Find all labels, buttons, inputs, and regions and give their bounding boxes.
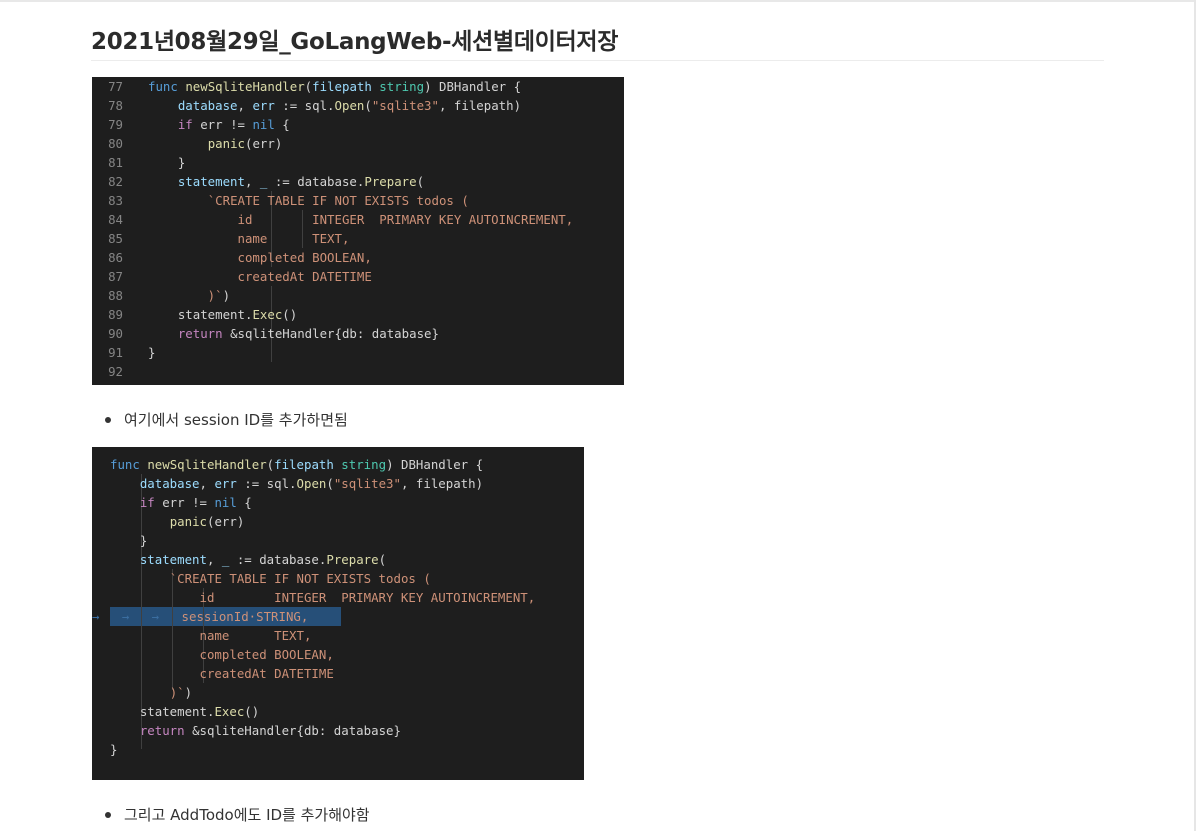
code-line: 86 completed BOOLEAN, [92, 248, 624, 267]
line-number: 85 [108, 231, 123, 246]
page-title: 2021년08월29일_GoLangWeb-세션별데이터저장 [91, 29, 619, 55]
line-number: 78 [108, 98, 123, 113]
code-line: panic(err) [169, 514, 245, 529]
line-number: 88 [108, 288, 123, 303]
line-number: 92 [108, 364, 123, 379]
line-number: 81 [108, 155, 123, 170]
code-line: 89 statement.Exec() [92, 305, 624, 324]
code-line: 88 )`) [92, 286, 624, 305]
code-line: 78 database, err := sql.Open("sqlite3", … [92, 96, 624, 115]
code-line: 91} [92, 343, 624, 362]
line-number: 83 [108, 193, 123, 208]
code-line: if err != nil { [139, 495, 252, 510]
code-line: database, err := sql.Open("sqlite3", fil… [139, 476, 484, 491]
code-line: 92 [92, 362, 624, 381]
code-line: 77 func newSqliteHandler(filepath string)… [92, 77, 624, 96]
bullet-dot [105, 811, 111, 818]
code-line: } [110, 742, 118, 757]
code-line: 90 return &sqliteHandler{db: database} [92, 324, 624, 343]
line-number: 82 [108, 174, 123, 189]
code-line-selected: → → → sessionId·STRING, [92, 609, 309, 624]
code-line: )`) [169, 685, 193, 700]
code-line: } [110, 533, 148, 548]
code-line: statement, _ := database.Prepare( [139, 552, 387, 567]
code-line: name TEXT, [110, 628, 312, 643]
code-line: 83 `CREATE TABLE IF NOT EXISTS todos ( [92, 191, 624, 210]
code-block-2[interactable]: func newSqliteHandler(filepath string) D… [92, 447, 584, 780]
code-line: 82 statement, _ := database.Prepare( [92, 172, 624, 191]
code-line: 81 } [92, 153, 624, 172]
code-block-1[interactable]: 77 func newSqliteHandler(filepath string)… [92, 77, 624, 385]
line-number: 90 [108, 326, 123, 341]
code-line: id INTEGER PRIMARY KEY AUTOINCREMENT, [110, 590, 536, 605]
code-line: return &sqliteHandler{db: database} [139, 723, 401, 738]
bullet-item: 여기에서 session ID를 추가하면됨 [105, 409, 348, 430]
line-number: 91 [108, 345, 123, 360]
code-line: 79 if err != nil { [92, 115, 624, 134]
code-line: 80 panic(err) [92, 134, 624, 153]
code-line: 87 createdAt DATETIME [92, 267, 624, 286]
line-number: 79 [108, 117, 123, 132]
line-number: 80 [108, 136, 123, 151]
top-border [0, 0, 1196, 2]
code-line: 85 name TEXT, [92, 229, 624, 248]
code-line: createdAt DATETIME [110, 666, 334, 681]
line-number: 89 [108, 307, 123, 322]
code-line: func newSqliteHandler(filepath string) D… [110, 457, 484, 472]
code-line: statement.Exec() [110, 704, 260, 719]
code-line: `CREATE TABLE IF NOT EXISTS todos ( [169, 571, 431, 586]
bullet-text: 여기에서 session ID를 추가하면됨 [124, 411, 348, 429]
code-line: completed BOOLEAN, [110, 647, 334, 662]
bullet-item: 그리고 AddTodo에도 ID를 추가해야함 [105, 804, 370, 825]
title-divider [91, 60, 1104, 61]
line-number: 77 [108, 79, 123, 94]
line-number: 84 [108, 212, 123, 227]
line-number: 87 [108, 269, 123, 284]
line-number: 86 [108, 250, 123, 265]
bullet-dot [105, 416, 111, 423]
code-line: 84 id INTEGER PRIMARY KEY AUTOINCREMENT, [92, 210, 624, 229]
bullet-text: 그리고 AddTodo에도 ID를 추가해야함 [124, 806, 370, 824]
